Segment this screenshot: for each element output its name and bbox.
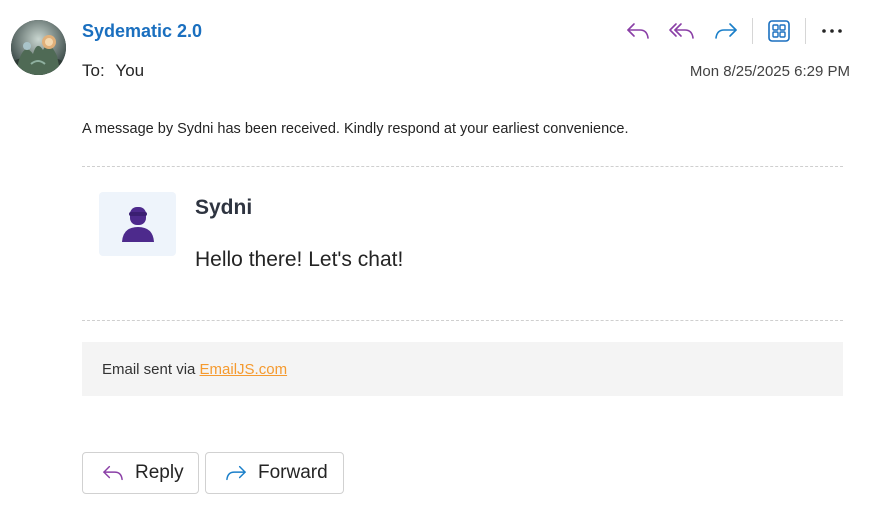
message-author: Sydni (195, 196, 253, 219)
sender-name[interactable]: Sydematic 2.0 (82, 21, 202, 42)
forward-action-button[interactable]: Forward (205, 452, 344, 494)
forward-icon (715, 23, 737, 39)
reply-all-button[interactable] (660, 14, 704, 48)
to-label: To: (82, 61, 105, 80)
email-reading-pane: Sydematic 2.0 To: You Mon 8/25/2025 6:29… (0, 0, 880, 508)
dashed-divider (82, 166, 843, 167)
footer-box: Email sent via EmailJS.com (82, 342, 843, 396)
reply-action-button[interactable]: Reply (82, 452, 199, 494)
timestamp: Mon 8/25/2025 6:29 PM (689, 63, 850, 80)
reply-all-icon (669, 23, 694, 39)
reply-icon (101, 463, 125, 483)
apps-button[interactable] (757, 14, 801, 48)
footer-text: Email sent via EmailJS.com (102, 361, 287, 378)
intro-text: A message by Sydni has been received. Ki… (82, 121, 629, 137)
sender-avatar[interactable] (11, 20, 66, 75)
recipient-line: To: You (82, 61, 144, 81)
forward-icon (224, 463, 248, 483)
more-icon (822, 29, 842, 33)
footer-prefix: Email sent via (102, 361, 196, 378)
apps-icon (768, 20, 790, 42)
forward-button[interactable] (704, 14, 748, 48)
dashed-divider (82, 320, 843, 321)
reply-icon (627, 23, 649, 39)
forward-label: Forward (258, 462, 328, 483)
emailjs-link[interactable]: EmailJS.com (200, 361, 288, 378)
message-toolbar (616, 14, 854, 48)
avatar-image (11, 20, 66, 75)
toolbar-separator (752, 18, 753, 44)
person-icon (121, 207, 154, 242)
message-author-avatar (99, 192, 176, 256)
reply-button[interactable] (616, 14, 660, 48)
recipient-name[interactable]: You (115, 61, 144, 80)
more-actions-button[interactable] (810, 14, 854, 48)
reply-label: Reply (135, 462, 184, 483)
message-text: Hello there! Let's chat! (195, 248, 404, 271)
toolbar-separator (805, 18, 806, 44)
